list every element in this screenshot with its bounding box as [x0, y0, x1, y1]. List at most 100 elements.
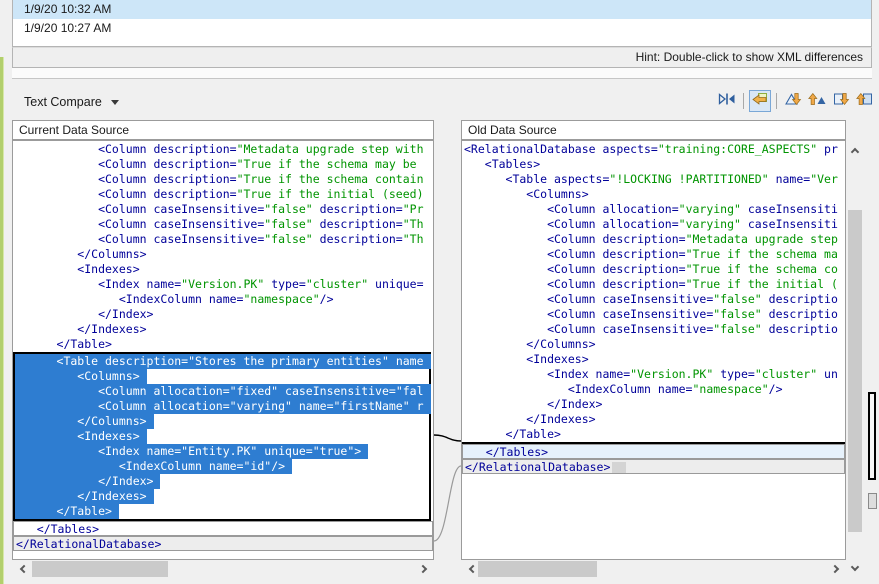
- collapsed-region-marker: [612, 462, 626, 473]
- code-line[interactable]: <Column description="True if the schema …: [15, 172, 433, 187]
- previous-difference-icon: [808, 91, 826, 112]
- swap-view-icon: [718, 91, 736, 112]
- left-h-scrollbar[interactable]: [12, 560, 434, 578]
- code-line[interactable]: <Column caseInsensitive="false" descript…: [15, 202, 433, 217]
- code-line[interactable]: <Column description="True if the initial…: [15, 187, 433, 202]
- code-line[interactable]: <Column description="Metadata upgrade st…: [15, 142, 433, 157]
- right-pane-title: Old Data Source: [468, 123, 557, 137]
- diff-annotation-current[interactable]: [868, 392, 876, 480]
- code-line[interactable]: </Indexes>: [15, 322, 433, 337]
- code-line[interactable]: </Columns>: [464, 337, 845, 352]
- scroll-left-arrow-icon[interactable]: [14, 561, 30, 577]
- code-line[interactable]: <Columns>: [15, 369, 147, 384]
- scroll-right-arrow-icon[interactable]: [416, 561, 432, 577]
- code-line[interactable]: <Column description="True if the schema …: [464, 247, 845, 262]
- code-line[interactable]: <Index name="Version.PK" type="cluster" …: [464, 367, 845, 382]
- compare-mode-dropdown[interactable]: Text Compare: [20, 92, 123, 112]
- previous-difference-button[interactable]: [806, 90, 828, 112]
- left-code-pane[interactable]: <Column description="Metadata upgrade st…: [12, 140, 434, 560]
- next-change-icon: [832, 91, 850, 112]
- code-line[interactable]: <Column caseInsensitive="false" descript…: [15, 217, 433, 232]
- window-edge-strip: [0, 57, 4, 584]
- toolbar-separator: [743, 93, 744, 109]
- code-line[interactable]: <Indexes>: [464, 352, 845, 367]
- code-line[interactable]: <Indexes>: [15, 262, 433, 277]
- scroll-right-arrow-icon[interactable]: [828, 561, 844, 577]
- previous-change-icon: [856, 91, 874, 112]
- code-line[interactable]: <IndexColumn name="namespace"/>: [464, 382, 845, 397]
- code-line[interactable]: </Table>: [464, 427, 845, 442]
- code-line[interactable]: </Columns>: [15, 247, 433, 262]
- left-pane-title: Current Data Source: [19, 123, 129, 137]
- code-line[interactable]: <IndexColumn name="id"/>: [15, 459, 292, 474]
- scroll-up-arrow-icon[interactable]: [847, 142, 863, 158]
- toolbar-separator: [776, 93, 777, 109]
- swap-left-and-right-view-button[interactable]: [716, 90, 738, 112]
- code-line[interactable]: </Tables>: [13, 521, 433, 536]
- code-line[interactable]: </Indexes>: [464, 412, 845, 427]
- code-line[interactable]: <Column allocation="varying" caseInsensi…: [464, 217, 845, 232]
- hint-bar: Hint: Double-click to show XML differenc…: [12, 47, 872, 68]
- history-row[interactable]: 1/9/20 10:27 AM: [13, 19, 871, 38]
- code-line[interactable]: <Column description="True if the initial…: [464, 277, 845, 292]
- code-line[interactable]: <Tables>: [464, 157, 845, 172]
- copy-all-from-right-to-left-button[interactable]: [749, 90, 771, 112]
- scrollbar-thumb[interactable]: [478, 561, 597, 577]
- code-line[interactable]: <Column caseInsensitive="false" descript…: [15, 232, 433, 247]
- compare-mode-label: Text Compare: [24, 95, 102, 109]
- code-line[interactable]: <Table aspects="!LOCKING !PARTITIONED" n…: [464, 172, 845, 187]
- compare-mode-bar: Text Compare: [4, 84, 879, 118]
- right-code-pane[interactable]: <RelationalDatabase aspects="training:CO…: [461, 140, 846, 560]
- chevron-down-icon: [111, 100, 119, 105]
- code-line[interactable]: <Column description="Metadata upgrade st…: [464, 232, 845, 247]
- selected-diff-block: <Table description="Stores the primary e…: [13, 352, 431, 521]
- diff-annotation[interactable]: [868, 493, 877, 509]
- hint-text: Hint: Double-click to show XML differenc…: [636, 50, 863, 64]
- code-line[interactable]: </RelationalDatabase>: [13, 536, 433, 551]
- code-line[interactable]: </Indexes>: [15, 489, 154, 504]
- right-v-scrollbar[interactable]: [846, 140, 865, 578]
- code-line[interactable]: <Index name="Entity.PK" unique="true">: [15, 444, 368, 459]
- code-line[interactable]: <RelationalDatabase aspects="training:CO…: [464, 142, 845, 157]
- right-pane-header: Old Data Source: [461, 120, 846, 140]
- scroll-down-arrow-icon[interactable]: [847, 560, 863, 576]
- scrollbar-thumb[interactable]: [32, 561, 168, 577]
- compare-editor-window: 1/9/20 10:32 AM1/9/20 10:27 AM Hint: Dou…: [0, 0, 879, 584]
- code-line[interactable]: <Column caseInsensitive="false" descript…: [464, 292, 845, 307]
- code-line[interactable]: </Index>: [15, 307, 433, 322]
- code-line[interactable]: <Columns>: [464, 187, 845, 202]
- history-panel: 1/9/20 10:32 AM1/9/20 10:27 AM: [12, 0, 872, 47]
- section-divider: [12, 68, 872, 79]
- code-line[interactable]: <Column allocation="varying" caseInsensi…: [464, 202, 845, 217]
- compare-toolbar: [716, 90, 876, 112]
- left-pane-header: Current Data Source: [12, 120, 434, 140]
- code-line[interactable]: </Tables>: [462, 444, 845, 459]
- next-difference-button[interactable]: [782, 90, 804, 112]
- code-line[interactable]: </Index>: [464, 397, 845, 412]
- code-line[interactable]: <Index name="Version.PK" type="cluster" …: [15, 277, 433, 292]
- scrollbar-thumb[interactable]: [848, 210, 862, 532]
- code-line[interactable]: <Column caseInsensitive="false" descript…: [464, 307, 845, 322]
- code-line[interactable]: </Table>: [15, 337, 433, 352]
- code-line[interactable]: <Table description="Stores the primary e…: [15, 354, 431, 369]
- code-line[interactable]: </Index>: [15, 474, 160, 489]
- history-row[interactable]: 1/9/20 10:32 AM: [13, 0, 871, 19]
- code-line[interactable]: <Column allocation="varying" name="first…: [15, 399, 431, 414]
- diff-connector-canvas: [434, 140, 461, 580]
- code-line[interactable]: <Column description="True if the schema …: [464, 262, 845, 277]
- code-line[interactable]: </Columns>: [15, 414, 154, 429]
- code-line[interactable]: </RelationalDatabase>: [462, 459, 845, 474]
- code-line[interactable]: <IndexColumn name="namespace"/>: [15, 292, 433, 307]
- overview-ruler: [866, 140, 879, 578]
- code-line[interactable]: </Table>: [15, 504, 119, 519]
- right-h-scrollbar[interactable]: [461, 560, 846, 578]
- previous-change-button[interactable]: [854, 90, 876, 112]
- next-difference-icon: [784, 91, 802, 112]
- copy-right-to-left-icon: [751, 91, 769, 112]
- code-line[interactable]: <Column caseInsensitive="false" descript…: [464, 322, 845, 337]
- code-line[interactable]: <Indexes>: [15, 429, 147, 444]
- scroll-left-arrow-icon[interactable]: [463, 561, 479, 577]
- code-line[interactable]: <Column allocation="fixed" caseInsensiti…: [15, 384, 431, 399]
- code-line[interactable]: <Column description="True if the schema …: [15, 157, 433, 172]
- next-change-button[interactable]: [830, 90, 852, 112]
